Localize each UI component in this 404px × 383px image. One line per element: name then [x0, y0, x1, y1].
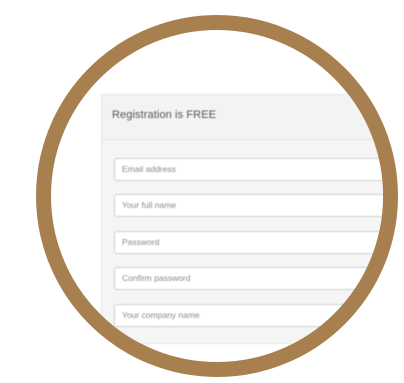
company-name-placeholder: Your company name — [122, 310, 200, 320]
confirm-password-placeholder: Confirm password — [122, 273, 191, 283]
password-placeholder: Password — [122, 237, 160, 247]
company-name-field[interactable]: Your company name — [114, 304, 383, 327]
email-field[interactable]: Email address — [114, 158, 383, 181]
magnified-content: Registration is FREE Email address Your … — [51, 30, 383, 362]
confirm-password-field[interactable]: Confirm password — [114, 267, 383, 290]
registration-title: Registration is FREE — [112, 109, 217, 121]
full-name-field[interactable]: Your full name — [114, 194, 383, 217]
password-field[interactable]: Password — [114, 231, 383, 254]
magnifier-lens: Registration is FREE Email address Your … — [36, 15, 398, 377]
screenshot-stage: Registration is FREE Email address Your … — [0, 0, 404, 383]
decorative-ring-partial — [0, 0, 12, 17]
registration-panel: Registration is FREE Email address Your … — [101, 94, 383, 344]
full-name-placeholder: Your full name — [122, 200, 177, 210]
email-placeholder: Email address — [122, 164, 176, 174]
panel-header: Registration is FREE — [102, 95, 383, 140]
